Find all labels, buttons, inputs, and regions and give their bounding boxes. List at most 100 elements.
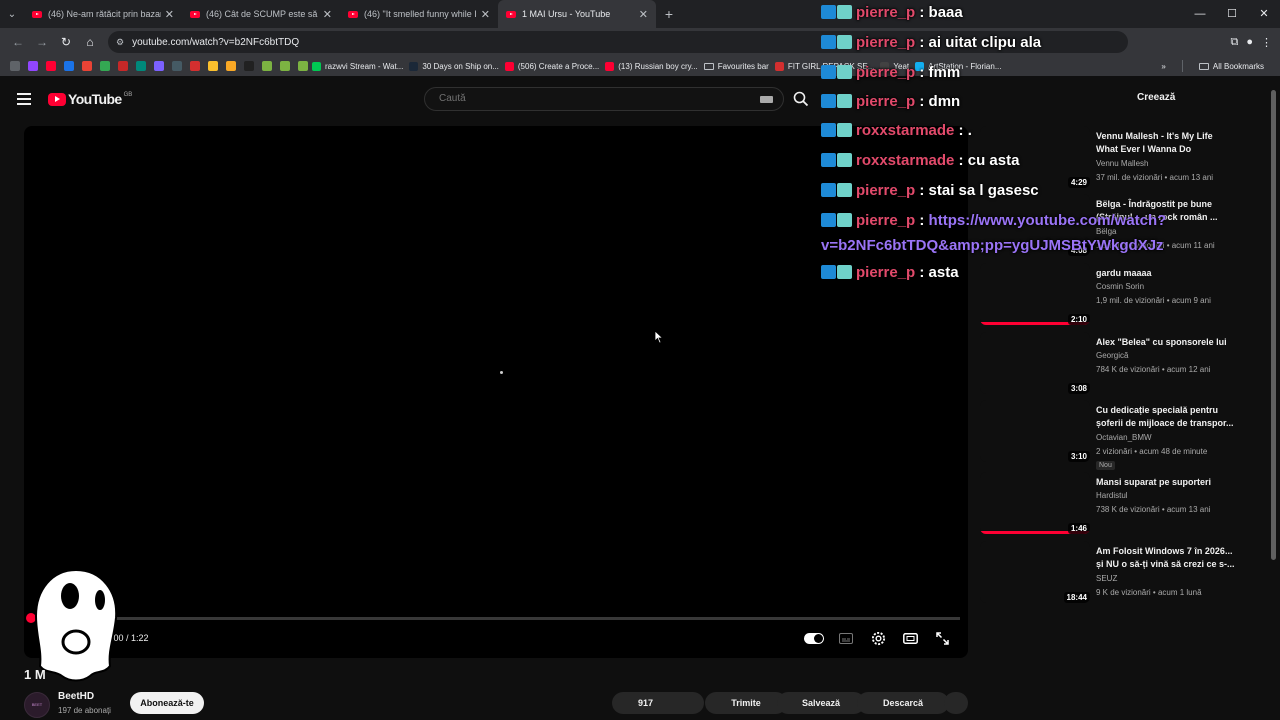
browser-tab[interactable]: (46) "It smelled funny while I w ✕ [340,0,498,28]
progress-bar[interactable] [36,617,960,620]
recommendation-channel[interactable]: Octavian_BMW [1096,433,1152,442]
bookmark-icon[interactable] [64,61,74,71]
scrollbar[interactable] [1271,90,1276,560]
subtitles-button[interactable] [836,628,856,648]
recommendation-channel[interactable]: Georgică [1096,351,1128,360]
recommendation-item[interactable]: 18:44 Am Folosit Windows 7 în 2026... și … [980,541,1270,605]
recommendation-item[interactable]: 3:08 Alex "Belea" cu sponsorele lui Georgi… [980,332,1270,396]
create-button[interactable]: Creează [1137,92,1175,103]
duration-badge: 2:10 [1067,314,1090,325]
save-button[interactable]: Salvează [777,692,865,714]
twitch-icon[interactable] [28,61,38,71]
video-player[interactable]: 0:00 / 1:22 [24,126,968,658]
subscribe-button[interactable]: Abonează-te [130,692,204,714]
home-icon[interactable]: ⌂ [78,35,102,49]
maps-icon[interactable] [100,61,110,71]
bookmark-icon[interactable] [280,61,290,71]
bookmark-icon[interactable] [244,61,254,71]
back-icon[interactable]: ← [6,35,30,49]
recommendation-channel[interactable]: Hardistul [1096,491,1128,500]
theater-mode-button[interactable] [900,628,920,648]
bookmark-icon[interactable] [172,61,182,71]
close-tab-icon[interactable]: ✕ [481,8,490,21]
all-bookmarks-button[interactable]: All Bookmarks [1198,62,1264,71]
browser-tab-active[interactable]: 1 MAI Ursu - YouTube ✕ [498,0,656,28]
gmail-icon[interactable] [82,61,92,71]
autoplay-toggle[interactable] [804,628,824,648]
thumbnail[interactable]: 3:10 [980,400,1090,462]
fullscreen-button[interactable] [932,628,952,648]
reload-icon[interactable]: ↻ [54,35,78,49]
chat-separator: : [915,34,929,51]
minimize-icon[interactable]: — [1184,0,1216,28]
tab-search-button[interactable]: ⌄ [0,0,24,28]
recommendation-title[interactable]: Alex "Belea" cu sponsorele lui [1096,336,1236,349]
thumbnail[interactable]: 2:10 [980,263,1090,325]
bookmark-label: 30 Days on Ship on... [422,61,499,71]
bookmark-icon[interactable] [298,61,308,71]
menu-icon[interactable]: ⋮ [1261,36,1272,49]
bookmark-item[interactable]: (13) Russian boy cry... [605,61,698,71]
like-button[interactable]: 917 [612,692,704,714]
bookmark-item[interactable]: razwvi Stream - Wat... [312,61,403,71]
browser-tab[interactable]: (46) Cât de SCUMP este să mân ✕ [182,0,340,28]
settings-button[interactable] [868,628,888,648]
bookmark-item[interactable]: (506) Create a Proce... [504,61,599,71]
thumbnail[interactable]: 3:08 [980,332,1090,394]
browser-tab[interactable]: (46) Ne-am rătăcit prin bazarul ✕ [24,0,182,28]
channel-avatar[interactable]: BEET [24,692,50,718]
forward-icon[interactable]: → [30,35,54,49]
menu-icon[interactable] [17,93,31,105]
bookmark-icon[interactable] [262,61,272,71]
bookmark-label: Favourites bar [717,61,769,71]
keyboard-icon[interactable] [760,96,773,103]
theater-icon [902,632,918,644]
recommendation-channel[interactable]: Vennu Mallesh [1096,159,1148,168]
recommendation-title[interactable]: Vennu Mallesh - It's My Life What Ever I… [1096,130,1236,156]
toggle-icon [804,632,824,644]
search-input[interactable]: Caută [424,87,784,111]
youtube-icon[interactable] [46,61,56,71]
youtube-logo[interactable]: YouTube GB [48,91,132,107]
bookmark-icon[interactable] [154,61,164,71]
recommendation-item[interactable]: 1:46 Mansi suparat pe suporteri Hardistul 7… [980,472,1270,536]
bookmark-folder[interactable]: Favourites bar [703,61,769,71]
profile-icon[interactable]: ● [1246,36,1253,48]
apps-icon[interactable] [10,61,20,71]
extensions-icon[interactable]: ⧉ [1230,36,1238,49]
chat-separator: : [915,264,929,281]
browser-tab-strip: ⌄ (46) Ne-am rătăcit prin bazarul ✕ (46)… [0,0,1280,28]
bookmark-item[interactable]: 30 Days on Ship on... [409,61,499,71]
close-tab-icon[interactable]: ✕ [165,8,174,21]
recommendation-channel[interactable]: SEUZ [1096,574,1117,583]
close-tab-icon[interactable]: ✕ [639,8,648,21]
close-tab-icon[interactable]: ✕ [323,8,332,21]
recommendation-item[interactable]: 3:10 Cu dedicație specială pentru șoferii… [980,400,1270,470]
new-badge: Nou [1096,461,1115,470]
bookmark-icon[interactable] [208,61,218,71]
maximize-icon[interactable]: ☐ [1216,0,1248,28]
recommendation-title[interactable]: Mansi suparat pe suporteri [1096,476,1236,489]
recommendation-channel[interactable]: Cosmin Sorin [1096,282,1144,291]
site-info-icon[interactable]: ⚙ [116,37,124,48]
download-button[interactable]: Descarcă [857,692,949,714]
bookmark-icon[interactable] [136,61,146,71]
thumbnail[interactable]: 18:44 [980,541,1090,603]
more-actions-button[interactable] [944,692,968,714]
more-bookmarks-icon[interactable]: » [1161,62,1165,71]
badge-icon [837,183,852,197]
recommendation-title[interactable]: Cu dedicație specială pentru șoferii de … [1096,404,1236,430]
bookmark-icon[interactable] [190,61,200,71]
bookmark-icon[interactable] [226,61,236,71]
recommendation-item[interactable]: 2:10 gardu maaaa Cosmin Sorin 1,9 mil. de v… [980,263,1270,327]
share-button[interactable]: Trimite [705,692,787,714]
bookmark-icon[interactable] [118,61,128,71]
new-tab-button[interactable]: + [656,6,682,22]
recommendation-title[interactable]: Am Folosit Windows 7 în 2026... și NU o … [1096,545,1236,571]
search-button[interactable] [786,86,816,112]
recommendation-item[interactable]: 4:29 Vennu Mallesh - It's My Life What Ev… [980,126,1270,190]
close-window-icon[interactable]: ✕ [1248,0,1280,28]
recommendation-title[interactable]: gardu maaaa [1096,267,1236,280]
thumbnail[interactable]: 1:46 [980,472,1090,534]
channel-name[interactable]: BeetHD [58,691,94,702]
